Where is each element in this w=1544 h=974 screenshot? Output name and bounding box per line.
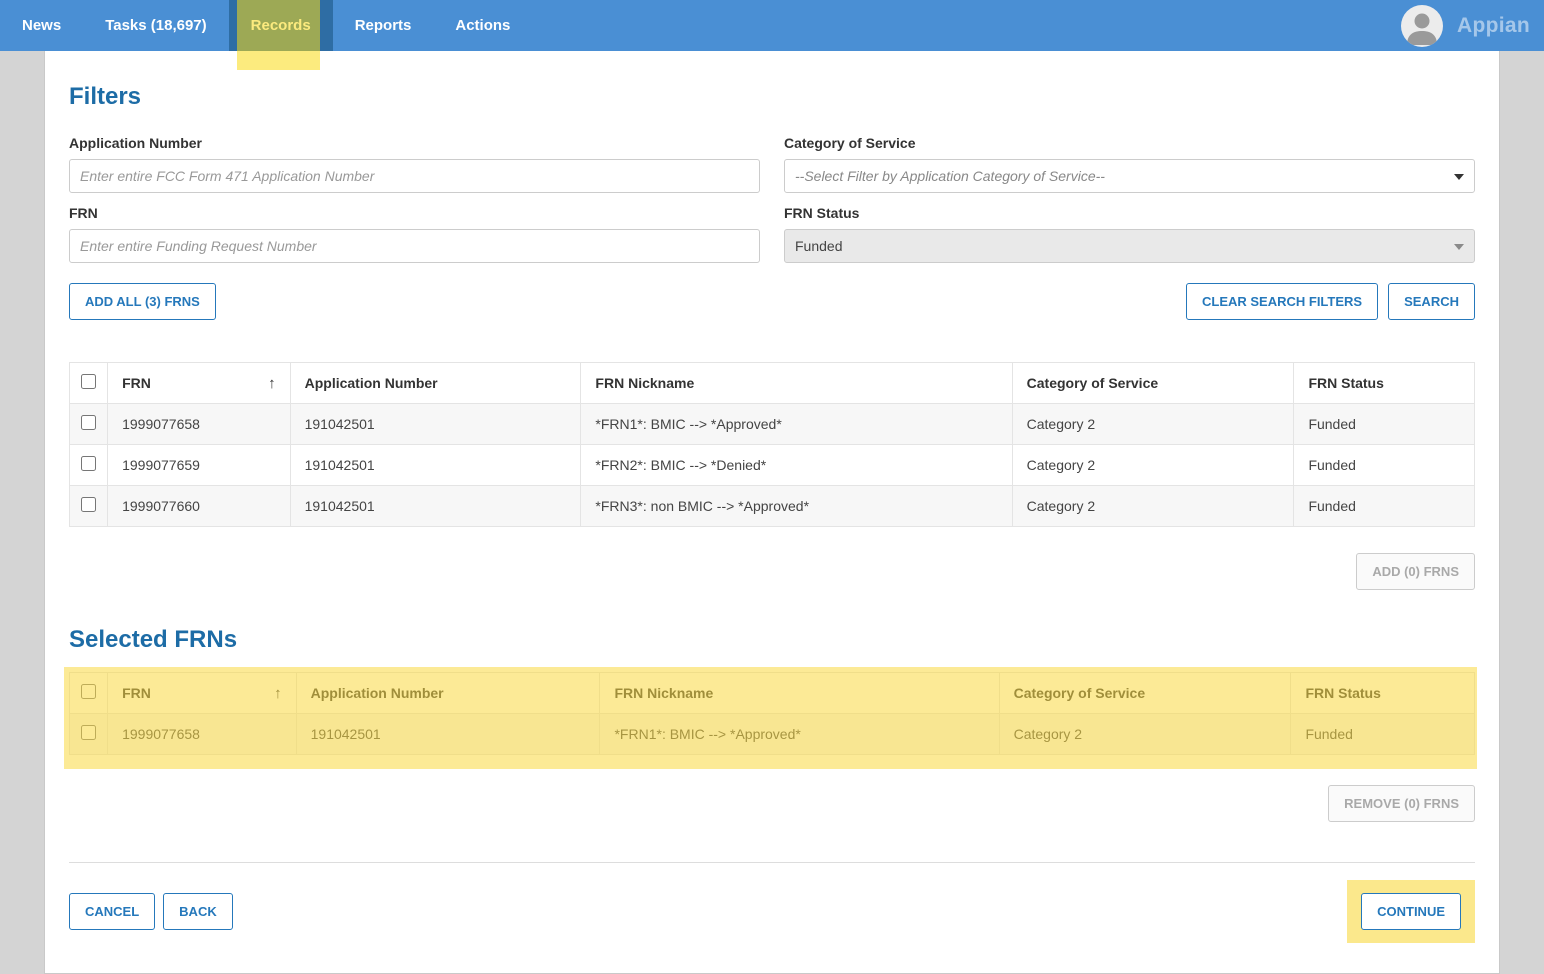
select-all-checkbox[interactable] <box>81 684 96 699</box>
results-table-header-row: FRN ↑ Application Number FRN Nickname Ca… <box>70 363 1475 404</box>
add-frns-button[interactable]: ADD (0) FRNS <box>1356 553 1475 590</box>
select-all-checkbox[interactable] <box>81 374 96 389</box>
nav-item-news[interactable]: News <box>0 0 83 51</box>
category-of-service-field-group: Category of Service --Select Filter by A… <box>784 129 1475 193</box>
cell-frn: 1999077658 <box>108 404 291 445</box>
back-button[interactable]: BACK <box>163 893 233 930</box>
sort-ascending-icon[interactable]: ↑ <box>274 685 282 702</box>
main-content-card: Filters Application Number Category of S… <box>44 51 1500 974</box>
nav-item-actions[interactable]: Actions <box>433 0 532 51</box>
cell-application-number: 191042501 <box>290 404 581 445</box>
cell-frn-nickname: *FRN1*: BMIC --> *Approved* <box>581 404 1012 445</box>
remove-frns-button[interactable]: REMOVE (0) FRNS <box>1328 785 1475 822</box>
application-number-field-group: Application Number <box>69 129 760 193</box>
results-table-actions: ADD (0) FRNS <box>69 553 1475 590</box>
row-checkbox[interactable] <box>81 497 96 512</box>
filter-actions-right-group: CLEAR SEARCH FILTERS SEARCH <box>1186 283 1475 320</box>
row-checkbox[interactable] <box>81 415 96 430</box>
selected-frns-table: FRN ↑ Application Number FRN Nickname Ca… <box>69 672 1475 755</box>
frn-status-field-group: FRN Status Funded <box>784 199 1475 263</box>
results-column-category-of-service[interactable]: Category of Service <box>1012 363 1294 404</box>
application-number-input[interactable] <box>69 159 760 193</box>
filters-heading: Filters <box>69 83 1475 111</box>
continue-button[interactable]: CONTINUE <box>1361 893 1461 930</box>
selected-frns-header-row: FRN ↑ Application Number FRN Nickname Ca… <box>70 673 1475 714</box>
results-column-application-number[interactable]: Application Number <box>290 363 581 404</box>
cell-frn: 1999077660 <box>108 486 291 527</box>
nav-right-area: Appian <box>1401 0 1530 51</box>
cell-frn-status: Funded <box>1294 404 1475 445</box>
column-header-label: FRN <box>122 375 151 391</box>
row-checkbox[interactable] <box>81 725 96 740</box>
chevron-down-icon <box>1454 244 1464 250</box>
sort-ascending-icon[interactable]: ↑ <box>268 375 276 392</box>
filter-form: Application Number Category of Service -… <box>69 129 1475 263</box>
cell-frn: 1999077659 <box>108 445 291 486</box>
add-all-frns-button[interactable]: ADD ALL (3) FRNS <box>69 283 216 320</box>
table-row: 1999077659 191042501 *FRN2*: BMIC --> *D… <box>70 445 1475 486</box>
cell-frn-status: Funded <box>1294 486 1475 527</box>
results-column-frn-status[interactable]: FRN Status <box>1294 363 1475 404</box>
chevron-down-icon <box>1454 174 1464 180</box>
search-button[interactable]: SEARCH <box>1388 283 1475 320</box>
results-table: FRN ↑ Application Number FRN Nickname Ca… <box>69 362 1475 527</box>
results-column-frn-nickname[interactable]: FRN Nickname <box>581 363 1012 404</box>
category-of-service-label: Category of Service <box>784 135 1475 151</box>
cell-frn: 1999077658 <box>108 714 297 755</box>
cell-frn-nickname: *FRN2*: BMIC --> *Denied* <box>581 445 1012 486</box>
results-table-section: FRN ↑ Application Number FRN Nickname Ca… <box>69 362 1475 590</box>
cell-category-of-service: Category 2 <box>1012 404 1294 445</box>
nav-item-records[interactable]: Records <box>229 0 333 51</box>
nav-item-tasks[interactable]: Tasks (18,697) <box>83 0 228 51</box>
table-row: 1999077660 191042501 *FRN3*: non BMIC --… <box>70 486 1475 527</box>
frn-field-group: FRN <box>69 199 760 263</box>
application-number-label: Application Number <box>69 135 760 151</box>
selected-column-frn-status[interactable]: FRN Status <box>1291 673 1475 714</box>
category-of-service-select[interactable]: --Select Filter by Application Category … <box>784 159 1475 193</box>
user-avatar[interactable] <box>1401 5 1443 47</box>
top-navigation-bar: News Tasks (18,697) Records Reports Acti… <box>0 0 1544 51</box>
cell-frn-nickname: *FRN3*: non BMIC --> *Approved* <box>581 486 1012 527</box>
selected-frns-heading: Selected FRNs <box>69 626 1475 654</box>
footer-divider <box>69 862 1475 863</box>
column-header-label: FRN <box>122 685 151 701</box>
category-of-service-selected-value: --Select Filter by Application Category … <box>795 168 1105 184</box>
cell-category-of-service: Category 2 <box>1012 445 1294 486</box>
table-row: 1999077658 191042501 *FRN1*: BMIC --> *A… <box>70 404 1475 445</box>
continue-button-highlight-overlay: CONTINUE <box>1347 880 1475 943</box>
nav-item-reports[interactable]: Reports <box>333 0 434 51</box>
footer-left-group: CANCEL BACK <box>69 893 233 930</box>
cancel-button[interactable]: CANCEL <box>69 893 155 930</box>
cell-category-of-service: Category 2 <box>1012 486 1294 527</box>
frn-status-selected-value: Funded <box>795 238 842 254</box>
appian-logo: Appian <box>1457 14 1530 38</box>
selected-column-frn[interactable]: FRN ↑ <box>108 673 297 714</box>
frn-label: FRN <box>69 205 760 221</box>
row-checkbox[interactable] <box>81 456 96 471</box>
filter-actions-row: ADD ALL (3) FRNS CLEAR SEARCH FILTERS SE… <box>69 283 1475 320</box>
selected-frns-section: Selected FRNs FRN ↑ <box>69 626 1475 822</box>
frn-input[interactable] <box>69 229 760 263</box>
selected-column-category-of-service[interactable]: Category of Service <box>999 673 1291 714</box>
footer-actions-row: CANCEL BACK CONTINUE <box>69 880 1475 973</box>
frn-status-select[interactable]: Funded <box>784 229 1475 263</box>
frn-status-label: FRN Status <box>784 205 1475 221</box>
clear-search-filters-button[interactable]: CLEAR SEARCH FILTERS <box>1186 283 1378 320</box>
cell-frn-nickname: *FRN1*: BMIC --> *Approved* <box>600 714 999 755</box>
selected-column-frn-nickname[interactable]: FRN Nickname <box>600 673 999 714</box>
cell-category-of-service: Category 2 <box>999 714 1291 755</box>
cell-application-number: 191042501 <box>296 714 600 755</box>
user-avatar-icon <box>1401 5 1443 47</box>
selected-frns-table-wrap: FRN ↑ Application Number FRN Nickname Ca… <box>69 672 1475 755</box>
cell-frn-status: Funded <box>1291 714 1475 755</box>
cell-application-number: 191042501 <box>290 486 581 527</box>
selected-frns-actions: REMOVE (0) FRNS <box>69 785 1475 822</box>
cell-frn-status: Funded <box>1294 445 1475 486</box>
cell-application-number: 191042501 <box>290 445 581 486</box>
results-column-frn[interactable]: FRN ↑ <box>108 363 291 404</box>
selected-column-application-number[interactable]: Application Number <box>296 673 600 714</box>
table-row: 1999077658 191042501 *FRN1*: BMIC --> *A… <box>70 714 1475 755</box>
